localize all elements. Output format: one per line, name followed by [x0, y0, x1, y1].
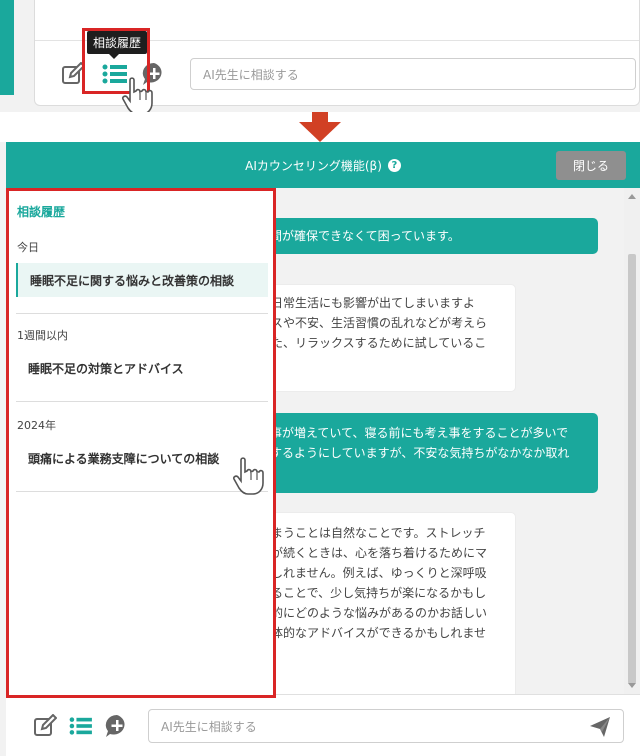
scrollbar[interactable] [624, 188, 640, 694]
divider [16, 401, 268, 402]
message-text: 日常生活にも影響が出てしまいますよ [271, 296, 476, 310]
history-tooltip: 相談履歴 [87, 31, 148, 59]
message-text: 事が増えていて、寝る前にも考え事をすることが多いで [270, 426, 569, 440]
input-placeholder: AI先生に相談する [203, 67, 299, 82]
message-text: しれません。例えば、ゆっくりと深呼吸 [271, 566, 487, 580]
history-group-label: 2024年 [17, 419, 56, 432]
chat-title: AIカウンセリング機能(β) [245, 158, 382, 173]
message-text: 間が確保できなくて困っています。 [270, 229, 460, 243]
top-snippet: 相談履歴 AI先生に相談する [0, 0, 640, 112]
history-item[interactable]: 睡眠不足に関する悩みと改善策の相談 [16, 263, 268, 297]
history-title: 相談履歴 [17, 205, 66, 219]
send-icon[interactable] [589, 716, 611, 738]
history-item-label: 睡眠不足の対策とアドバイス [28, 361, 184, 376]
message-text: まうことは自然なことです。ストレッチ [271, 526, 486, 540]
chat-header: AIカウンセリング機能(β) ? 閉じる [6, 142, 640, 188]
history-group-label: 今日 [17, 241, 39, 254]
history-group-label: 1週間以内 [17, 329, 68, 342]
message-ai: まうことは自然なことです。ストレッチ が続くときは、心を落ち着けるためにマ しれ… [256, 512, 516, 694]
down-arrow-icon [299, 112, 341, 142]
history-item-label: 頭痛による業務支障についての相談 [28, 451, 220, 466]
input-placeholder: AI先生に相談する [161, 719, 257, 734]
close-button[interactable]: 閉じる [556, 151, 626, 180]
message-text: た、リラックスするために試しているこ [271, 336, 487, 350]
teal-stripe [0, 0, 14, 95]
scroll-up-icon[interactable] [628, 194, 636, 199]
history-item-label: 睡眠不足に関する悩みと改善策の相談 [30, 273, 235, 288]
message-user: 間が確保できなくて困っています。 [256, 218, 598, 254]
pointer-hand-icon [233, 457, 264, 495]
message-ai: 日常生活にも影響が出てしまいますよ スや不安、生活習慣の乱れなどが考えら た、リ… [256, 284, 516, 392]
top-chat-input[interactable]: AI先生に相談する [190, 58, 636, 90]
message-text: スや不安、生活習慣の乱れなどが考えら [271, 316, 488, 330]
help-icon[interactable]: ? [387, 158, 401, 172]
history-panel: 相談履歴 今日 睡眠不足に関する悩みと改善策の相談 1週間以内 睡眠不足の対策と… [6, 188, 276, 698]
message-text: が続くときは、心を落ち着けるためにマ [271, 546, 488, 560]
history-item[interactable]: 睡眠不足の対策とアドバイス [16, 351, 268, 385]
edit-icon[interactable] [32, 713, 58, 739]
message-text: ることで、少し気持ちが楽になるかもし [271, 586, 487, 600]
message-user: 事が増えていて、寝る前にも考え事をすることが多いで するようにしていますが、不安… [256, 413, 598, 493]
list-icon[interactable] [68, 713, 94, 739]
scrollbar-thumb[interactable] [628, 254, 636, 684]
chat-input[interactable]: AI先生に相談する [148, 709, 624, 743]
message-text: するようにしていますが、不安な気持ちがなかなか取れ [270, 446, 570, 460]
pointer-hand-icon [122, 77, 153, 112]
scroll-down-icon[interactable] [628, 683, 636, 688]
chat-footer: AI先生に相談する [6, 694, 640, 756]
divider [16, 313, 268, 314]
message-text: 的にどのような悩みがあるのかお話しい [271, 606, 488, 620]
message-text: 体的なアドバイスができるかもしれませ [271, 626, 487, 640]
add-chat-icon[interactable] [104, 713, 130, 739]
